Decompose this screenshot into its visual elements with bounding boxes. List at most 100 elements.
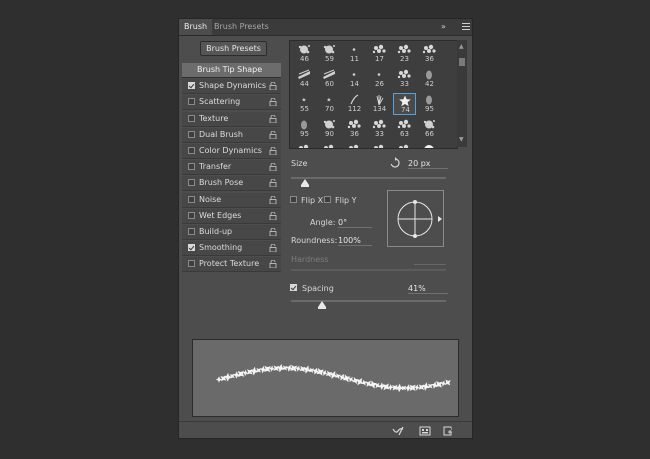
size-value-field[interactable]: 20 px <box>408 159 448 169</box>
lock-icon[interactable] <box>269 146 277 155</box>
brush-tip-cell[interactable]: 26 <box>368 68 391 90</box>
toggle-brush-projection-icon[interactable] <box>392 426 404 436</box>
brush-tip-cell[interactable]: 74 <box>393 93 416 115</box>
collapse-panel-icon[interactable]: » <box>441 22 446 31</box>
option-label: Protect Texture <box>199 259 260 269</box>
option-checkbox[interactable] <box>188 146 195 154</box>
brush-tip-cell[interactable] <box>368 143 391 148</box>
option-label: Wet Edges <box>199 210 242 220</box>
spacing-checkbox[interactable] <box>290 284 297 291</box>
brush-tip-cell[interactable] <box>343 143 366 148</box>
brush-tip-cell[interactable]: 95 <box>293 118 316 140</box>
angle-value-field[interactable]: 0° <box>338 218 372 228</box>
roundness-value-field[interactable]: 100% <box>338 236 372 246</box>
new-brush-icon[interactable] <box>442 426 454 436</box>
spacing-value-field[interactable]: 41% <box>408 284 448 294</box>
brush-tip-cell[interactable]: 33 <box>368 118 391 140</box>
brush-presets-button[interactable]: Brush Presets <box>200 41 267 56</box>
brush-tip-cell[interactable]: 14 <box>343 68 366 90</box>
spacing-slider-track[interactable] <box>291 300 446 302</box>
brush-tip-scatter-icon <box>397 69 411 79</box>
option-checkbox[interactable] <box>188 114 195 122</box>
lock-icon[interactable] <box>269 260 277 269</box>
hardness-label: Hardness <box>291 255 329 264</box>
brush-tip-cell[interactable] <box>293 143 316 148</box>
brush-tip-cell[interactable]: 112 <box>343 93 366 115</box>
brush-tip-cell[interactable]: 23 <box>393 43 416 65</box>
option-checkbox[interactable] <box>188 244 195 252</box>
reset-arrow-icon[interactable] <box>389 157 401 169</box>
lock-icon[interactable] <box>269 82 277 91</box>
brush-tip-cell[interactable]: 33 <box>393 68 416 90</box>
option-color-dynamics[interactable]: Color Dynamics <box>182 143 281 159</box>
brush-tip-cell[interactable]: 42 <box>418 68 441 90</box>
brush-tip-cell[interactable]: 95 <box>418 93 441 115</box>
brush-tip-cell[interactable]: 90 <box>318 118 341 140</box>
option-scattering[interactable]: Scattering <box>182 95 281 111</box>
brush-tip-cell[interactable]: 17 <box>368 43 391 65</box>
option-checkbox[interactable] <box>188 260 195 268</box>
option-smoothing[interactable]: Smoothing <box>182 241 281 257</box>
tab-brush[interactable]: Brush <box>179 19 213 35</box>
brush-tip-cell[interactable]: 70 <box>318 93 341 115</box>
brush-tip-cell[interactable]: 59 <box>318 43 341 65</box>
flip-y-checkbox[interactable] <box>324 196 331 203</box>
brush-tip-cell[interactable]: 36 <box>343 118 366 140</box>
brush-tip-cell[interactable]: 55 <box>293 93 316 115</box>
lock-icon[interactable] <box>269 195 277 204</box>
option-noise[interactable]: Noise <box>182 192 281 208</box>
option-wet-edges[interactable]: Wet Edges <box>182 208 281 224</box>
brush-tip-cell[interactable]: 36 <box>418 43 441 65</box>
brush-tip-cell[interactable]: 134 <box>368 93 391 115</box>
option-label: Build-up <box>199 226 233 236</box>
create-new-preset-icon[interactable] <box>419 426 431 436</box>
option-protect-texture[interactable]: Protect Texture <box>182 257 281 273</box>
scroll-up-icon[interactable]: ▲ <box>459 43 464 50</box>
angle-roundness-dial[interactable] <box>388 191 443 246</box>
option-checkbox[interactable] <box>188 227 195 235</box>
option-brush-tip-shape[interactable]: Brush Tip Shape <box>182 63 281 78</box>
lock-icon[interactable] <box>269 244 277 253</box>
brush-tip-cell[interactable]: 60 <box>318 68 341 90</box>
brush-tip-cell[interactable] <box>418 143 441 148</box>
angle-roundness-widget[interactable] <box>387 190 444 247</box>
option-dual-brush[interactable]: Dual Brush <box>182 127 281 143</box>
lock-icon[interactable] <box>269 163 277 172</box>
scroll-down-icon[interactable]: ▼ <box>459 136 464 143</box>
lock-icon[interactable] <box>269 179 277 188</box>
brush-tip-cell[interactable]: 44 <box>293 68 316 90</box>
option-checkbox[interactable] <box>188 82 195 90</box>
tab-brush-presets[interactable]: Brush Presets <box>209 19 274 35</box>
lock-icon[interactable] <box>269 114 277 123</box>
option-checkbox[interactable] <box>188 179 195 187</box>
flip-x-checkbox[interactable] <box>290 196 297 203</box>
option-transfer[interactable]: Transfer <box>182 160 281 176</box>
option-checkbox[interactable] <box>188 163 195 171</box>
brush-tip-cell[interactable] <box>318 143 341 148</box>
brush-tip-cell[interactable]: 46 <box>293 43 316 65</box>
scroll-thumb[interactable] <box>459 58 465 66</box>
option-checkbox[interactable] <box>188 211 195 219</box>
brush-tip-size: 14 <box>350 80 359 88</box>
option-shape-dynamics[interactable]: Shape Dynamics <box>182 79 281 95</box>
brush-tip-cell[interactable]: 11 <box>343 43 366 65</box>
lock-icon[interactable] <box>269 130 277 139</box>
brush-tip-cell[interactable]: 63 <box>393 118 416 140</box>
option-checkbox[interactable] <box>188 195 195 203</box>
spacing-slider-knob[interactable] <box>318 301 326 309</box>
lock-icon[interactable] <box>269 227 277 236</box>
brush-tip-cell[interactable] <box>393 143 416 148</box>
option-build-up[interactable]: Build-up <box>182 224 281 240</box>
hamburger-menu-icon[interactable] <box>462 23 470 30</box>
size-slider-track[interactable] <box>291 177 446 179</box>
lock-icon[interactable] <box>269 98 277 107</box>
option-texture[interactable]: Texture <box>182 111 281 127</box>
lock-icon[interactable] <box>269 211 277 220</box>
option-brush-pose[interactable]: Brush Pose <box>182 176 281 192</box>
option-checkbox[interactable] <box>188 130 195 138</box>
brush-tip-scrollbar[interactable]: ▲ ▼ <box>457 40 467 147</box>
brush-tip-size: 70 <box>325 105 334 113</box>
option-checkbox[interactable] <box>188 98 195 106</box>
brush-tip-cell[interactable]: 66 <box>418 118 441 140</box>
size-slider-knob[interactable] <box>300 179 309 187</box>
